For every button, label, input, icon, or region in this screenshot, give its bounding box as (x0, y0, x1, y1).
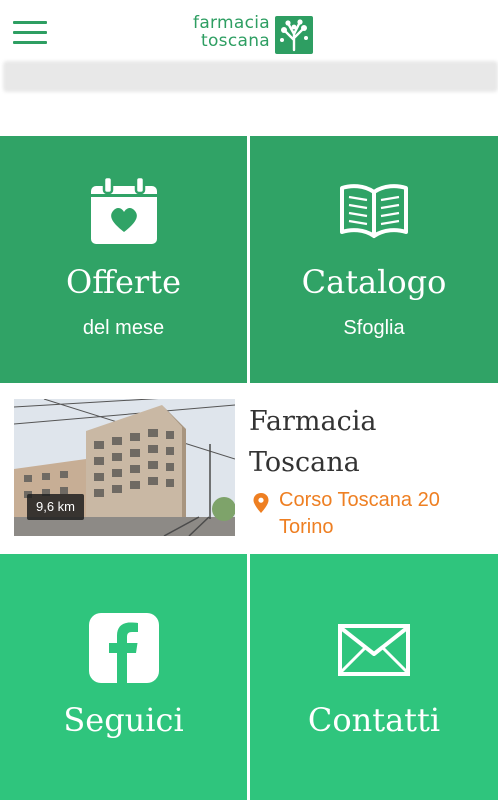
open-book-icon (340, 184, 408, 238)
address-street: Corso Toscana 20 (279, 489, 440, 511)
store-photo: 9,6 km (14, 399, 235, 536)
catalog-subtitle: Sfoglia (343, 317, 405, 339)
hamburger-menu-icon[interactable] (13, 21, 47, 45)
logo-text-toscana: toscana (201, 31, 270, 51)
follow-title: Seguici (63, 701, 184, 739)
calendar-heart-icon (91, 176, 157, 244)
store-address[interactable]: Corso Toscana 20 Torino (279, 487, 440, 541)
offers-title: Offerte (66, 263, 181, 301)
store-name-line2: Toscana (249, 447, 360, 478)
store-name-line1: Farmacia (249, 406, 377, 437)
location-pin-icon (253, 493, 269, 513)
distance-badge: 9,6 km (27, 494, 85, 520)
tree-logo-icon (275, 16, 313, 54)
app-header: farmacia toscana (0, 0, 498, 62)
address-city: Torino (279, 516, 334, 538)
tile-follow[interactable]: Seguici (0, 554, 247, 800)
facebook-icon (89, 613, 159, 683)
contact-title: Contatti (307, 701, 441, 739)
envelope-icon (338, 624, 410, 676)
offers-subtitle: del mese (82, 317, 165, 339)
store-name: Farmacia Toscana (249, 401, 489, 483)
catalog-title: Catalogo (301, 263, 447, 301)
tile-contact[interactable]: Contatti (250, 554, 498, 800)
tile-catalog[interactable]: Catalogo Sfoglia (250, 136, 498, 383)
logo-text-farmacia: farmacia (193, 13, 270, 33)
blurred-search-bar[interactable] (3, 61, 498, 92)
store-card[interactable]: 9,6 km Farmacia Toscana Corso Toscana 20… (0, 385, 498, 552)
tile-offers[interactable]: Offerte del mese (0, 136, 247, 383)
